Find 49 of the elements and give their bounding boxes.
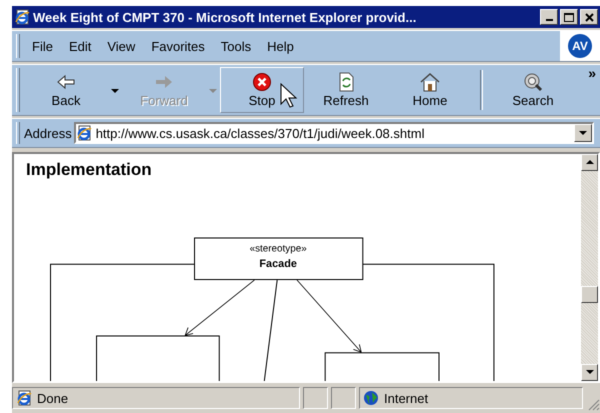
status-text: Done	[37, 390, 68, 406]
caret-icon	[586, 160, 594, 165]
toolbar-button[interactable]: Home	[388, 67, 472, 113]
page-heading: Implementation	[26, 160, 153, 180]
page-icon	[76, 125, 92, 141]
stop-icon	[251, 72, 273, 92]
logo: AV	[568, 34, 592, 58]
more-button[interactable]: »	[584, 65, 600, 81]
caret-icon	[111, 88, 119, 94]
toolbar-button[interactable]: Refresh	[304, 67, 388, 113]
arrow	[184, 280, 255, 336]
status-panel	[331, 387, 356, 409]
address-label: Address	[24, 126, 72, 140]
menu-item[interactable]: Tools	[212, 38, 260, 54]
browser-icon	[14, 9, 30, 25]
maximize-icon	[564, 12, 574, 22]
dropdown-button[interactable]	[574, 124, 592, 142]
caret-icon	[586, 370, 594, 375]
menu-item[interactable]: Help	[259, 38, 302, 54]
status-panel	[303, 387, 328, 409]
maximize-button[interactable]	[560, 9, 578, 25]
scroll-up-button[interactable]	[581, 154, 598, 171]
minimize-button[interactable]	[540, 9, 558, 25]
caret-icon	[579, 130, 587, 136]
menu-item[interactable]: View	[99, 38, 144, 54]
close-button[interactable]	[580, 9, 598, 25]
house-icon	[419, 72, 441, 92]
minimize-icon	[546, 19, 552, 21]
scroll-thumb[interactable]	[581, 286, 598, 303]
page-icon	[16, 390, 32, 406]
toolbar-button[interactable]: Stop	[220, 67, 304, 113]
toolbar-button[interactable]: Search	[491, 67, 575, 113]
resize-grip-icon[interactable]	[586, 397, 600, 411]
address-field[interactable]: http://www.cs.usask.ca/classes/370/t1/judi/week.08.shtml	[74, 122, 594, 144]
menu-item[interactable]: Edit	[60, 38, 100, 54]
search-icon	[522, 72, 544, 92]
caret-icon	[209, 88, 217, 94]
menu-item[interactable]: Favorites	[143, 38, 213, 54]
close-icon	[584, 12, 594, 22]
scroll-down-button[interactable]	[581, 364, 598, 381]
stereotype-label: «stereotype»	[250, 243, 307, 254]
zone-label: Internet	[384, 390, 428, 406]
class-name: Facade	[259, 258, 297, 270]
toolbar-button[interactable]: Back	[24, 67, 108, 113]
menu-item[interactable]: File	[24, 38, 61, 54]
cursor-icon	[280, 83, 298, 109]
window-title: Week Eight of CMPT 370 - Microsoft Internet Explorer provid...	[33, 10, 418, 24]
arrow-icon	[55, 72, 77, 92]
globe-icon	[363, 390, 379, 406]
